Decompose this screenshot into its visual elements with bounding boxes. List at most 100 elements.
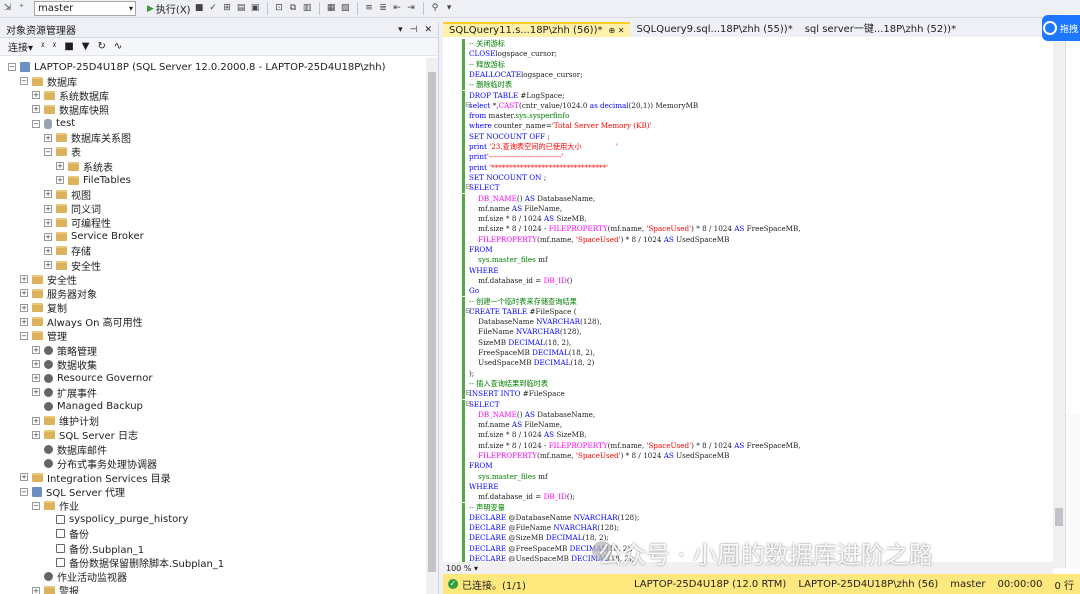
tree-node[interactable]: + 数据收集 (32, 357, 97, 372)
tree-node[interactable]: − 表 (44, 145, 81, 159)
specify-values-icon[interactable]: ⚲ (430, 3, 441, 14)
expand-icon[interactable]: + (32, 388, 40, 397)
object-explorer-scrollbar[interactable] (426, 58, 438, 594)
tree-node[interactable]: Managed Backup (32, 400, 143, 414)
tree-node[interactable]: + 数据库快照 (32, 102, 109, 117)
expand-icon[interactable]: + (20, 289, 28, 298)
execute-button[interactable]: ▶ 执行(X) (147, 1, 191, 17)
tree-node[interactable]: + 安全性 (44, 258, 101, 273)
zoom-dropdown[interactable]: 100 % ▾ (446, 564, 478, 573)
parse-check-icon[interactable]: ✓ (208, 3, 219, 14)
client-stats-icon[interactable]: ⧉ (288, 3, 299, 14)
connect-icon[interactable]: ᵡ (41, 41, 45, 52)
expand-icon[interactable]: + (32, 430, 40, 439)
tree-node[interactable]: + FileTables (56, 173, 131, 187)
tree-node[interactable]: 备份 (44, 527, 89, 541)
tree-node[interactable]: + 策略管理 (32, 343, 97, 358)
tree-node[interactable]: − LAPTOP-25D4U18P (SQL Server 12.0.2000.8… (8, 60, 385, 74)
expand-icon[interactable]: + (44, 190, 52, 199)
scrollbar-thumb[interactable] (428, 72, 436, 572)
tree-node[interactable]: 分布式事务处理协调器 (32, 456, 157, 471)
tree-node[interactable]: 作业活动监视器 (32, 569, 127, 584)
tree-node[interactable]: + 系统数据库 (32, 88, 109, 103)
connect-button[interactable]: 连接▾ (8, 39, 33, 54)
tree-node[interactable]: 备份数据保留删除脚本.Subplan_1 (44, 555, 224, 570)
expand-icon[interactable]: + (20, 473, 28, 482)
expand-icon[interactable]: + (32, 360, 40, 369)
expand-icon[interactable]: + (44, 246, 52, 255)
drag-overlay-button[interactable]: 拖拽 (1042, 15, 1080, 41)
toolbar-overflow-icon[interactable]: ▾ (444, 3, 455, 14)
expand-icon[interactable]: + (56, 176, 64, 185)
editor-vertical-scrollbar[interactable] (1053, 38, 1065, 568)
indent-icon[interactable]: ⇥ (406, 3, 417, 14)
collapse-icon[interactable]: − (20, 77, 28, 86)
expand-icon[interactable]: + (44, 232, 52, 241)
expand-icon[interactable]: + (20, 303, 28, 312)
comment-icon[interactable]: ≡ (364, 3, 375, 14)
tree-node[interactable]: + 警报 (32, 584, 79, 594)
tab-query-2[interactable]: SQLQuery9.sql...18P\zhh (55))* (630, 22, 798, 37)
tree-node[interactable]: − 管理 (20, 329, 67, 343)
filter-icon[interactable]: ▼ (82, 41, 90, 52)
fold-icon[interactable]: ⊟ (465, 399, 472, 408)
collapse-icon[interactable]: − (32, 119, 40, 128)
pin-icon[interactable]: ⊣ (410, 25, 418, 35)
tree-node[interactable]: syspolicy_purge_history (44, 513, 188, 527)
tree-node[interactable]: + Resource Governor (32, 371, 152, 385)
outdent-icon[interactable]: ⇤ (392, 3, 403, 14)
expand-icon[interactable]: + (32, 374, 40, 383)
expand-icon[interactable]: + (32, 416, 40, 425)
disconnect-icon[interactable]: ᵡ (53, 41, 57, 52)
query-options-icon[interactable]: ▤ (236, 3, 247, 14)
tree-node[interactable]: + 复制 (20, 301, 67, 315)
collapse-icon[interactable]: − (8, 63, 16, 71)
close-icon[interactable]: ✕ (424, 25, 432, 35)
tree-node[interactable]: + 视图 (44, 187, 91, 202)
activity-monitor-icon[interactable]: ∿ (114, 41, 122, 52)
tree-node[interactable]: + 系统表 (56, 159, 113, 174)
expand-icon[interactable]: + (32, 105, 40, 114)
available-db-icon[interactable]: ⇲ (2, 3, 13, 14)
tree-node[interactable]: − test (32, 117, 75, 131)
tree-node[interactable]: + 同义词 (44, 202, 101, 216)
fold-icon[interactable]: ⊟ (465, 388, 472, 397)
tree-node[interactable]: + Integration Services 目录 (20, 470, 171, 485)
query-editor[interactable]: -- 关闭游标 CLOSElogspace_cursor; -- 释放游标 DEALL… (443, 38, 1053, 584)
expand-icon[interactable]: + (32, 586, 40, 594)
expand-icon[interactable]: + (44, 204, 52, 213)
expand-icon[interactable]: + (56, 162, 64, 171)
results-text-icon[interactable]: ▥ (302, 3, 313, 14)
tree-node[interactable]: + SQL Server 日志 (32, 428, 138, 442)
fold-icon[interactable]: ⊟ (465, 100, 472, 109)
expand-icon[interactable]: + (20, 317, 28, 326)
add-icon[interactable]: ⁺ (16, 3, 27, 14)
tab-pin-close-icon[interactable]: ⊕ ✕ (609, 26, 625, 35)
expand-icon[interactable]: + (44, 133, 52, 142)
scrollbar-thumb[interactable] (1055, 508, 1063, 526)
expand-icon[interactable]: + (32, 91, 40, 100)
tree-node[interactable]: − SQL Server 代理 (20, 485, 125, 499)
expand-icon[interactable]: + (44, 218, 52, 227)
tree-node[interactable]: + 扩展事件 (32, 385, 97, 400)
tree-node[interactable]: + 维护计划 (32, 414, 99, 428)
tree-node[interactable]: + 可编程性 (44, 216, 111, 230)
include-plan-icon[interactable]: ⊡ (274, 3, 285, 14)
display-plan-icon[interactable]: ⊞ (222, 3, 233, 14)
collapse-icon[interactable]: − (32, 501, 40, 510)
results-file-icon[interactable]: ▧ (340, 3, 351, 14)
tree-node[interactable]: + 数据库关系图 (44, 131, 131, 145)
tree-node[interactable]: + Always On 高可用性 (20, 315, 143, 329)
expand-icon[interactable]: + (44, 261, 52, 270)
tab-query-3[interactable]: sql server一键...18P\zhh (52))* (799, 22, 962, 37)
tree-node[interactable]: 备份.Subplan_1 (44, 541, 144, 556)
expand-icon[interactable]: + (20, 275, 28, 284)
stop-icon[interactable]: ■ (194, 3, 205, 14)
tree-node[interactable]: + 安全性 (20, 272, 77, 287)
fold-icon[interactable]: ⊟ (465, 182, 472, 191)
tree-node[interactable]: + 服务器对象 (20, 286, 97, 301)
fold-icon[interactable]: ⊟ (465, 306, 472, 315)
expand-icon[interactable]: + (32, 346, 40, 354)
collapse-icon[interactable]: − (20, 331, 28, 340)
tree-node[interactable]: 数据库邮件 (32, 442, 107, 457)
